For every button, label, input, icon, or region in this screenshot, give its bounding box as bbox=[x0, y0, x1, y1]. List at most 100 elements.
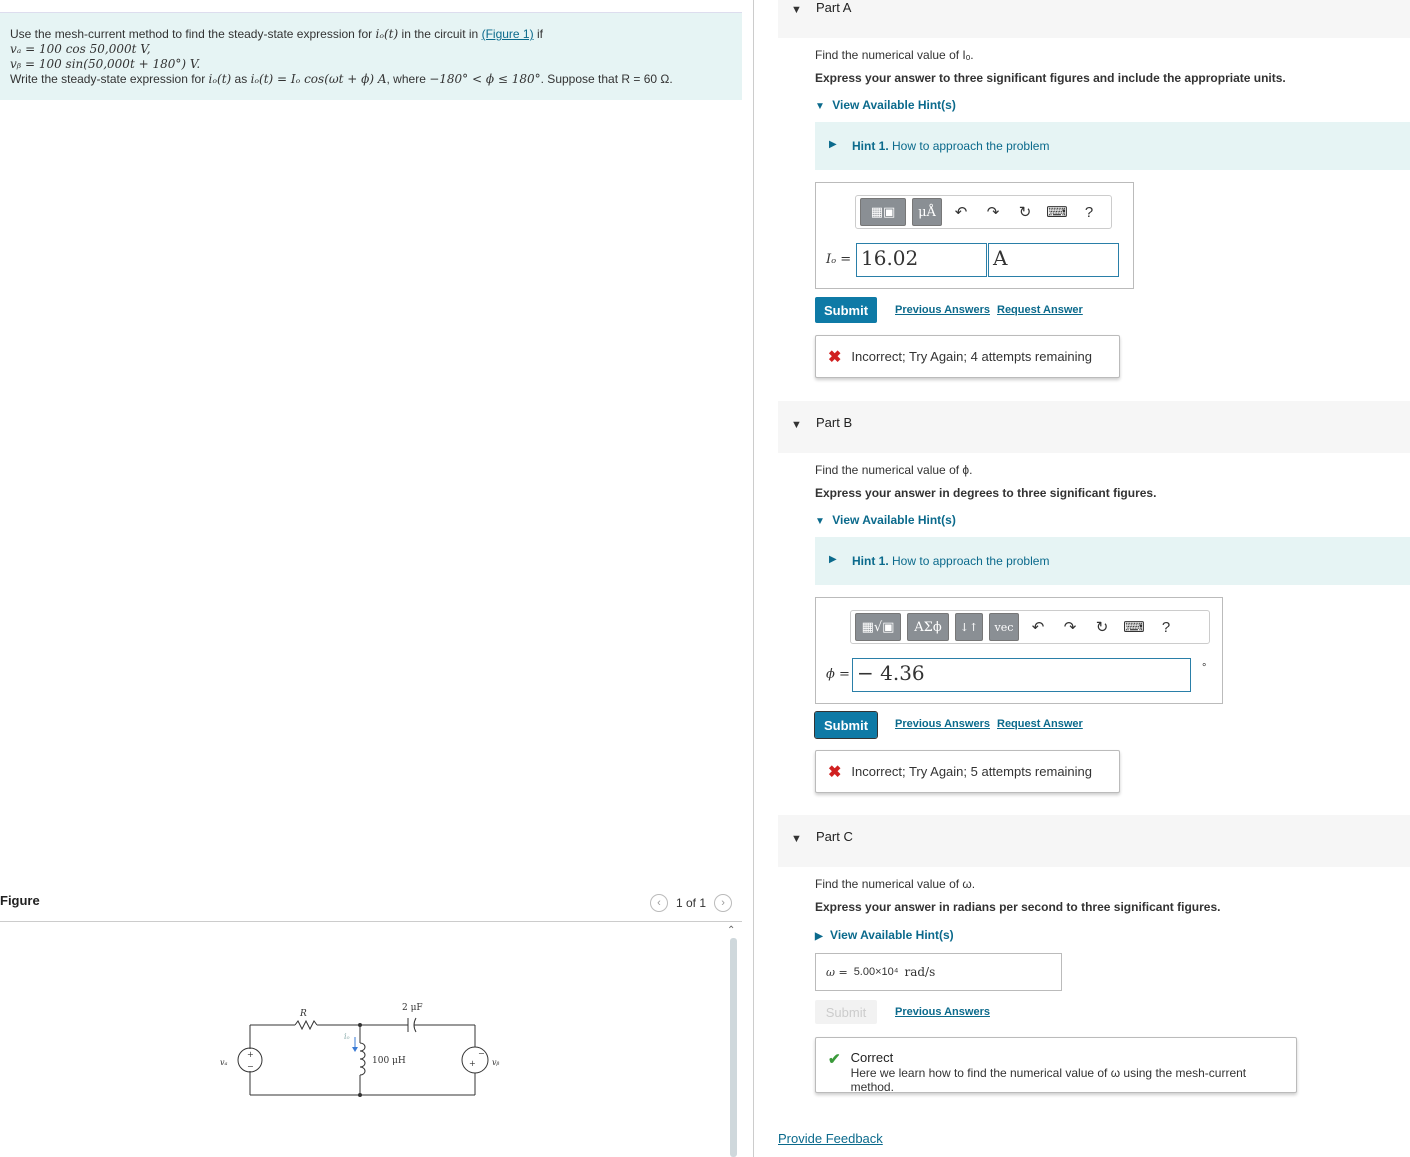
reset-icon[interactable]: ↻ bbox=[1012, 203, 1038, 221]
part-a-instruction: Express your answer to three significant… bbox=[815, 71, 1286, 85]
keyboard-icon[interactable]: ⌨ bbox=[1044, 203, 1070, 221]
next-figure-icon[interactable]: › bbox=[714, 894, 733, 912]
caret-down-icon: ▼ bbox=[815, 101, 825, 112]
caret-right-icon: ▶ bbox=[829, 139, 837, 150]
part-a-title: Part A bbox=[816, 0, 852, 15]
redo-icon[interactable]: ↷ bbox=[980, 203, 1006, 221]
vb-minus: − bbox=[478, 1049, 485, 1058]
problem-if: if bbox=[536, 27, 543, 41]
templates-button[interactable]: ▦▣ bbox=[860, 198, 906, 226]
part-c-submit-button[interactable]: Submit bbox=[815, 1000, 877, 1024]
part-c-title: Part C bbox=[816, 829, 853, 844]
circuit-diagram: R 2 μF 100 μH iₒ vₐ vᵦ + − − + bbox=[220, 1003, 500, 1097]
part-b-request-answer-link[interactable]: Request Answer bbox=[997, 718, 1083, 730]
part-c-header[interactable]: ▼ Part C bbox=[778, 815, 1410, 867]
part-c-feedback-text: Here we learn how to find the numerical … bbox=[850, 1066, 1247, 1094]
part-b-previous-answers-link[interactable]: Previous Answers bbox=[895, 718, 990, 730]
vec-button[interactable]: vec bbox=[989, 613, 1019, 641]
part-b-submit-button[interactable]: Submit bbox=[814, 711, 878, 739]
incorrect-x-icon: ✖ bbox=[828, 763, 842, 781]
label-vb: vᵦ bbox=[492, 1058, 500, 1067]
figure-title: Figure bbox=[0, 893, 40, 908]
part-a-feedback: ✖ Incorrect; Try Again; 4 attempts remai… bbox=[815, 335, 1120, 378]
va-minus: − bbox=[247, 1062, 254, 1071]
part-a-answer-box: ▦▣ μÅ ↶ ↷ ↻ ⌨ ? Iₒ = 16.02 A bbox=[815, 182, 1134, 289]
arrows-button[interactable]: ↓↑ bbox=[955, 613, 983, 641]
caret-right-icon: ▶ bbox=[815, 931, 823, 942]
hint-label: How to approach the problem bbox=[892, 139, 1050, 153]
io-arrow-head bbox=[352, 1047, 358, 1052]
part-c-hints-link[interactable]: ▶ View Available Hint(s) bbox=[815, 928, 954, 942]
scroll-up-icon[interactable]: ⌃ bbox=[727, 925, 735, 936]
help-icon[interactable]: ? bbox=[1153, 619, 1179, 636]
hint-number: Hint 1. bbox=[852, 554, 889, 568]
node-top bbox=[358, 1023, 362, 1027]
part-b-hint-1[interactable]: ▶ Hint 1. How to approach the problem bbox=[815, 537, 1410, 585]
part-a-hints-link[interactable]: ▼ View Available Hint(s) bbox=[815, 98, 956, 112]
problem-write: Write the steady-state expression for bbox=[10, 72, 206, 86]
reset-icon[interactable]: ↻ bbox=[1089, 618, 1115, 636]
part-c-feedback-title: Correct bbox=[850, 1050, 894, 1065]
part-a-unit-input[interactable]: A bbox=[988, 243, 1119, 277]
part-c-answer-unit: rad/s bbox=[904, 965, 936, 979]
part-a-header[interactable]: ▼ Part A bbox=[778, 0, 1410, 38]
keyboard-icon[interactable]: ⌨ bbox=[1121, 618, 1147, 636]
label-capacitor: 2 μF bbox=[402, 1003, 423, 1013]
part-b-instruction: Express your answer in degrees to three … bbox=[815, 486, 1157, 500]
part-a-hint-1[interactable]: ▶ Hint 1. How to approach the problem bbox=[815, 122, 1410, 170]
problem-line-1: Use the mesh-current method to find the … bbox=[10, 27, 732, 42]
provide-feedback-link[interactable]: Provide Feedback bbox=[778, 1131, 883, 1146]
part-a-hints-label: View Available Hint(s) bbox=[832, 98, 956, 112]
units-button[interactable]: μÅ bbox=[912, 198, 942, 226]
greek-button[interactable]: ΑΣϕ bbox=[907, 613, 949, 641]
io-expression: iₒ(t) = Iₒ cos(ωt + ϕ) A bbox=[250, 72, 387, 86]
part-c-instruction: Express your answer in radians per secon… bbox=[815, 900, 1221, 914]
problem-intro: Use the mesh-current method to find the … bbox=[10, 27, 373, 41]
part-c-feedback-content: Correct Here we learn how to find the nu… bbox=[851, 1050, 1284, 1094]
undo-icon[interactable]: ↶ bbox=[948, 203, 974, 221]
redo-icon[interactable]: ↷ bbox=[1057, 618, 1083, 636]
part-c-var-label: ω = bbox=[826, 965, 848, 979]
templates-button[interactable]: ▦√▣ bbox=[855, 613, 901, 641]
part-b-question: Find the numerical value of ϕ. bbox=[815, 463, 973, 477]
caret-right-icon: ▶ bbox=[829, 554, 837, 565]
part-c-answer-value: 5.00×10⁴ bbox=[853, 966, 899, 978]
prev-figure-icon[interactable]: ‹ bbox=[650, 894, 668, 912]
part-a-submit-button[interactable]: Submit bbox=[815, 297, 877, 323]
part-c-previous-answers-link[interactable]: Previous Answers bbox=[895, 1006, 990, 1018]
part-b-title: Part B bbox=[816, 415, 853, 430]
part-b-var-label: ϕ = bbox=[826, 667, 850, 682]
part-a-toolbar: ▦▣ μÅ ↶ ↷ ↻ ⌨ ? bbox=[855, 195, 1112, 229]
correct-check-icon: ✔ bbox=[828, 1051, 841, 1068]
part-b-feedback: ✖ Incorrect; Try Again; 5 attempts remai… bbox=[815, 750, 1120, 793]
figure-scrollbar[interactable] bbox=[730, 938, 737, 1157]
collapse-triangle-icon: ▼ bbox=[791, 833, 802, 845]
part-c-question: Find the numerical value of ω. bbox=[815, 877, 976, 891]
problem-statement: Use the mesh-current method to find the … bbox=[0, 12, 742, 100]
io-symbol-2: iₒ(t) bbox=[208, 72, 232, 86]
part-c-answer-box: ω = 5.00×10⁴ rad/s bbox=[815, 953, 1062, 991]
part-a-previous-answers-link[interactable]: Previous Answers bbox=[895, 304, 990, 316]
pane-divider bbox=[753, 0, 754, 1157]
part-b-hint-text: Hint 1. How to approach the problem bbox=[852, 554, 1049, 568]
figure-pager: ‹ 1 of 1 › bbox=[650, 894, 733, 912]
part-a-request-answer-link[interactable]: Request Answer bbox=[997, 304, 1083, 316]
part-b-hints-link[interactable]: ▼ View Available Hint(s) bbox=[815, 513, 956, 527]
problem-where: , where bbox=[386, 72, 426, 86]
part-b-value-input[interactable]: − 4.36 bbox=[852, 658, 1191, 692]
va-plus: + bbox=[247, 1050, 254, 1059]
node-bottom bbox=[358, 1093, 362, 1097]
part-b-answer-box: ▦√▣ ΑΣϕ ↓↑ vec ↶ ↷ ↻ ⌨ ? ϕ = − 4.36 ° bbox=[815, 597, 1223, 704]
part-c-hints-label: View Available Hint(s) bbox=[830, 928, 954, 942]
phase-range: −180° < ϕ ≤ 180° bbox=[429, 72, 541, 86]
collapse-triangle-icon: ▼ bbox=[791, 4, 802, 16]
label-inductor: 100 μH bbox=[372, 1056, 406, 1066]
figure-link[interactable]: (Figure 1) bbox=[482, 27, 534, 41]
help-icon[interactable]: ? bbox=[1076, 204, 1102, 221]
hint-number: Hint 1. bbox=[852, 139, 889, 153]
problem-in-circuit: in the circuit in bbox=[401, 27, 479, 41]
undo-icon[interactable]: ↶ bbox=[1025, 618, 1051, 636]
part-a-value-input[interactable]: 16.02 bbox=[856, 243, 987, 277]
collapse-triangle-icon: ▼ bbox=[791, 419, 802, 431]
part-b-header[interactable]: ▼ Part B bbox=[778, 401, 1410, 453]
